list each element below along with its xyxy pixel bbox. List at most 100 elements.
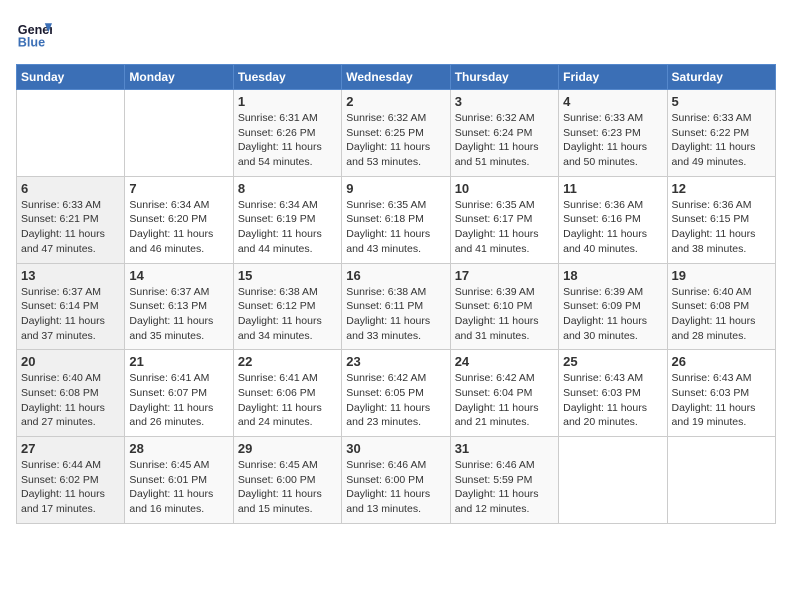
day-detail: Sunrise: 6:35 AM Sunset: 6:17 PM Dayligh… <box>455 198 554 257</box>
calendar-body: 1 Sunrise: 6:31 AM Sunset: 6:26 PM Daylig… <box>17 90 776 524</box>
day-detail: Sunrise: 6:38 AM Sunset: 6:11 PM Dayligh… <box>346 285 445 344</box>
week-row-4: 20 Sunrise: 6:40 AM Sunset: 6:08 PM Dayli… <box>17 350 776 437</box>
week-row-2: 6 Sunrise: 6:33 AM Sunset: 6:21 PM Daylig… <box>17 176 776 263</box>
logo-icon: General Blue <box>16 16 52 52</box>
day-detail: Sunrise: 6:43 AM Sunset: 6:03 PM Dayligh… <box>672 371 771 430</box>
calendar-cell: 23 Sunrise: 6:42 AM Sunset: 6:05 PM Dayli… <box>342 350 450 437</box>
day-detail: Sunrise: 6:42 AM Sunset: 6:04 PM Dayligh… <box>455 371 554 430</box>
day-detail: Sunrise: 6:32 AM Sunset: 6:24 PM Dayligh… <box>455 111 554 170</box>
day-number: 25 <box>563 354 662 369</box>
calendar-table: SundayMondayTuesdayWednesdayThursdayFrid… <box>16 64 776 524</box>
day-detail: Sunrise: 6:38 AM Sunset: 6:12 PM Dayligh… <box>238 285 337 344</box>
calendar-cell <box>125 90 233 177</box>
day-detail: Sunrise: 6:33 AM Sunset: 6:21 PM Dayligh… <box>21 198 120 257</box>
page-header: General Blue <box>16 16 776 52</box>
day-detail: Sunrise: 6:36 AM Sunset: 6:16 PM Dayligh… <box>563 198 662 257</box>
day-number: 18 <box>563 268 662 283</box>
day-number: 20 <box>21 354 120 369</box>
calendar-cell: 21 Sunrise: 6:41 AM Sunset: 6:07 PM Dayli… <box>125 350 233 437</box>
day-detail: Sunrise: 6:31 AM Sunset: 6:26 PM Dayligh… <box>238 111 337 170</box>
day-detail: Sunrise: 6:36 AM Sunset: 6:15 PM Dayligh… <box>672 198 771 257</box>
day-number: 1 <box>238 94 337 109</box>
calendar-cell: 20 Sunrise: 6:40 AM Sunset: 6:08 PM Dayli… <box>17 350 125 437</box>
day-number: 7 <box>129 181 228 196</box>
day-detail: Sunrise: 6:33 AM Sunset: 6:23 PM Dayligh… <box>563 111 662 170</box>
calendar-cell <box>667 437 775 524</box>
day-detail: Sunrise: 6:45 AM Sunset: 6:01 PM Dayligh… <box>129 458 228 517</box>
day-detail: Sunrise: 6:39 AM Sunset: 6:10 PM Dayligh… <box>455 285 554 344</box>
day-number: 10 <box>455 181 554 196</box>
day-detail: Sunrise: 6:37 AM Sunset: 6:13 PM Dayligh… <box>129 285 228 344</box>
week-row-5: 27Sunrise: 6:44 AM Sunset: 6:02 PM Dayli… <box>17 437 776 524</box>
calendar-cell: 6 Sunrise: 6:33 AM Sunset: 6:21 PM Daylig… <box>17 176 125 263</box>
calendar-cell: 22Sunrise: 6:41 AM Sunset: 6:06 PM Dayli… <box>233 350 341 437</box>
calendar-cell: 15 Sunrise: 6:38 AM Sunset: 6:12 PM Dayli… <box>233 263 341 350</box>
calendar-cell: 19 Sunrise: 6:40 AM Sunset: 6:08 PM Dayli… <box>667 263 775 350</box>
day-number: 14 <box>129 268 228 283</box>
calendar-cell: 27Sunrise: 6:44 AM Sunset: 6:02 PM Dayli… <box>17 437 125 524</box>
day-number: 17 <box>455 268 554 283</box>
calendar-cell: 2 Sunrise: 6:32 AM Sunset: 6:25 PM Daylig… <box>342 90 450 177</box>
col-header-sunday: Sunday <box>17 65 125 90</box>
calendar-cell: 25 Sunrise: 6:43 AM Sunset: 6:03 PM Dayli… <box>559 350 667 437</box>
day-detail: Sunrise: 6:45 AM Sunset: 6:00 PM Dayligh… <box>238 458 337 517</box>
calendar-cell: 5Sunrise: 6:33 AM Sunset: 6:22 PM Daylig… <box>667 90 775 177</box>
calendar-cell: 16Sunrise: 6:38 AM Sunset: 6:11 PM Dayli… <box>342 263 450 350</box>
day-detail: Sunrise: 6:43 AM Sunset: 6:03 PM Dayligh… <box>563 371 662 430</box>
day-detail: Sunrise: 6:34 AM Sunset: 6:20 PM Dayligh… <box>129 198 228 257</box>
calendar-cell: 18Sunrise: 6:39 AM Sunset: 6:09 PM Dayli… <box>559 263 667 350</box>
col-header-monday: Monday <box>125 65 233 90</box>
day-detail: Sunrise: 6:37 AM Sunset: 6:14 PM Dayligh… <box>21 285 120 344</box>
day-number: 27 <box>21 441 120 456</box>
week-row-3: 13 Sunrise: 6:37 AM Sunset: 6:14 PM Dayli… <box>17 263 776 350</box>
day-number: 28 <box>129 441 228 456</box>
svg-text:Blue: Blue <box>18 36 45 50</box>
day-number: 12 <box>672 181 771 196</box>
day-detail: Sunrise: 6:40 AM Sunset: 6:08 PM Dayligh… <box>672 285 771 344</box>
day-number: 22 <box>238 354 337 369</box>
calendar-cell: 3 Sunrise: 6:32 AM Sunset: 6:24 PM Daylig… <box>450 90 558 177</box>
day-detail: Sunrise: 6:40 AM Sunset: 6:08 PM Dayligh… <box>21 371 120 430</box>
col-header-friday: Friday <box>559 65 667 90</box>
col-header-tuesday: Tuesday <box>233 65 341 90</box>
day-number: 6 <box>21 181 120 196</box>
day-detail: Sunrise: 6:41 AM Sunset: 6:07 PM Dayligh… <box>129 371 228 430</box>
day-number: 2 <box>346 94 445 109</box>
calendar-cell: 24 Sunrise: 6:42 AM Sunset: 6:04 PM Dayli… <box>450 350 558 437</box>
calendar-header-row: SundayMondayTuesdayWednesdayThursdayFrid… <box>17 65 776 90</box>
day-number: 5 <box>672 94 771 109</box>
calendar-cell: 4 Sunrise: 6:33 AM Sunset: 6:23 PM Daylig… <box>559 90 667 177</box>
calendar-cell: 12 Sunrise: 6:36 AM Sunset: 6:15 PM Dayli… <box>667 176 775 263</box>
day-detail: Sunrise: 6:46 AM Sunset: 6:00 PM Dayligh… <box>346 458 445 517</box>
calendar-cell: 10 Sunrise: 6:35 AM Sunset: 6:17 PM Dayli… <box>450 176 558 263</box>
day-number: 29 <box>238 441 337 456</box>
calendar-cell: 11Sunrise: 6:36 AM Sunset: 6:16 PM Dayli… <box>559 176 667 263</box>
day-number: 19 <box>672 268 771 283</box>
calendar-cell: 17 Sunrise: 6:39 AM Sunset: 6:10 PM Dayli… <box>450 263 558 350</box>
day-number: 8 <box>238 181 337 196</box>
col-header-wednesday: Wednesday <box>342 65 450 90</box>
calendar-cell: 28 Sunrise: 6:45 AM Sunset: 6:01 PM Dayli… <box>125 437 233 524</box>
day-number: 23 <box>346 354 445 369</box>
calendar-cell <box>17 90 125 177</box>
day-detail: Sunrise: 6:46 AM Sunset: 5:59 PM Dayligh… <box>455 458 554 517</box>
logo: General Blue <box>16 16 58 52</box>
day-number: 15 <box>238 268 337 283</box>
col-header-thursday: Thursday <box>450 65 558 90</box>
calendar-cell: 13 Sunrise: 6:37 AM Sunset: 6:14 PM Dayli… <box>17 263 125 350</box>
calendar-cell <box>559 437 667 524</box>
day-number: 21 <box>129 354 228 369</box>
day-detail: Sunrise: 6:34 AM Sunset: 6:19 PM Dayligh… <box>238 198 337 257</box>
day-number: 9 <box>346 181 445 196</box>
calendar-cell: 8 Sunrise: 6:34 AM Sunset: 6:19 PM Daylig… <box>233 176 341 263</box>
week-row-1: 1 Sunrise: 6:31 AM Sunset: 6:26 PM Daylig… <box>17 90 776 177</box>
day-number: 13 <box>21 268 120 283</box>
calendar-cell: 1 Sunrise: 6:31 AM Sunset: 6:26 PM Daylig… <box>233 90 341 177</box>
day-number: 24 <box>455 354 554 369</box>
day-number: 4 <box>563 94 662 109</box>
day-number: 3 <box>455 94 554 109</box>
day-number: 26 <box>672 354 771 369</box>
day-detail: Sunrise: 6:42 AM Sunset: 6:05 PM Dayligh… <box>346 371 445 430</box>
day-detail: Sunrise: 6:32 AM Sunset: 6:25 PM Dayligh… <box>346 111 445 170</box>
calendar-cell: 26 Sunrise: 6:43 AM Sunset: 6:03 PM Dayli… <box>667 350 775 437</box>
